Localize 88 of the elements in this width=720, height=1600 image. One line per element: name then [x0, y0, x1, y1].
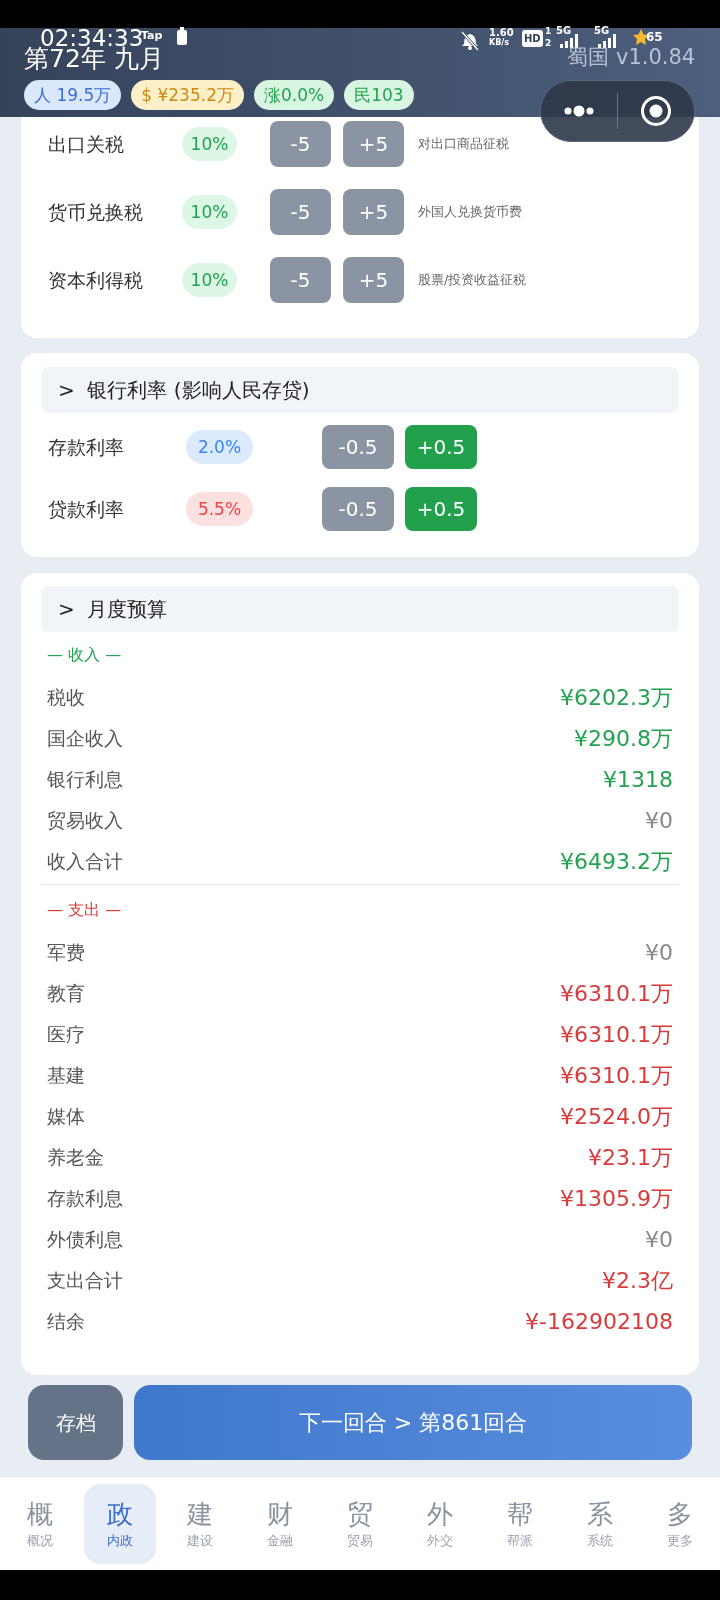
nav-tab[interactable]: 建 建设: [164, 1483, 236, 1564]
rate-badge: 5.5%: [186, 492, 253, 526]
nav-tab[interactable]: 贸 贸易: [324, 1483, 396, 1564]
adjust-button[interactable]: +0.5: [405, 425, 477, 469]
budget-label: 税收: [47, 685, 85, 711]
budget-label: 媒体: [47, 1104, 85, 1130]
adjust-button[interactable]: +5: [343, 257, 404, 303]
battery-level: 65: [646, 30, 663, 44]
nav-tab[interactable]: 政 内政: [84, 1483, 156, 1564]
tax-name: 货币兑换税: [48, 199, 144, 225]
speed-unit: KB/s: [489, 38, 509, 48]
budget-label: 国企收入: [47, 726, 123, 752]
budget-value: ¥0: [645, 1226, 673, 1254]
nav-tab[interactable]: 财 金融: [244, 1483, 316, 1564]
rate-badge: 10%: [182, 195, 237, 229]
section-label: — 支出 —: [47, 899, 123, 921]
status-label: Tap: [141, 28, 163, 42]
budget-value: ¥2524.0万: [560, 1103, 673, 1131]
budget-value: ¥23.1万: [588, 1144, 673, 1172]
nav-tab[interactable]: 系 系统: [564, 1483, 636, 1564]
rate-name: 存款利率: [48, 434, 125, 460]
budget-value: ¥6310.1万: [560, 980, 673, 1008]
stat-chip: 人 19.5万: [24, 80, 122, 110]
section-header[interactable]: > 月度预算: [41, 586, 679, 632]
adjust-button[interactable]: -0.5: [322, 425, 394, 469]
hd-badge: HD: [522, 30, 543, 47]
stat-chip: $ ¥235.2万: [131, 80, 244, 110]
section-label: — 收入 —: [47, 644, 123, 666]
signal-icon: [598, 34, 616, 48]
budget-value: ¥6310.1万: [560, 1062, 673, 1090]
muted-bell-icon: [460, 30, 480, 51]
next-turn-button[interactable]: 下一回合 > 第861回合: [134, 1385, 692, 1460]
rate-badge: 2.0%: [186, 430, 253, 464]
budget-label: 教育: [47, 981, 85, 1007]
budget-label: 军费: [47, 940, 85, 966]
adjust-button[interactable]: +5: [343, 189, 404, 235]
sim-label: 1: [545, 26, 552, 36]
budget-value: ¥6493.2万: [560, 848, 673, 876]
tax-name: 出口关税: [48, 131, 125, 157]
tax-note: 外国人兑换货币费: [418, 203, 522, 222]
network-label: 5G: [556, 25, 572, 36]
budget-label: 收入合计: [47, 849, 123, 875]
tax-name: 资本利得税: [48, 267, 144, 293]
nav-tab[interactable]: 帮 帮派: [484, 1483, 556, 1564]
nav-tab[interactable]: 外 外交: [404, 1483, 476, 1564]
budget-value: ¥2.3亿: [602, 1267, 673, 1295]
adjust-button[interactable]: +0.5: [405, 487, 477, 531]
version-label: v1.0.84: [616, 44, 696, 71]
budget-label: 结余: [47, 1309, 85, 1335]
stat-chip: 民103: [344, 80, 414, 110]
budget-value: ¥6310.1万: [560, 1021, 673, 1049]
rate-badge: 10%: [182, 127, 237, 161]
budget-label: 养老金: [47, 1145, 104, 1171]
speed-value: 1.60: [489, 27, 514, 38]
budget-value: ¥1318: [603, 766, 673, 794]
nav-tab[interactable]: 概 概况: [4, 1483, 76, 1564]
adjust-button[interactable]: -5: [270, 121, 331, 167]
sim-label: 2: [545, 38, 552, 48]
budget-label: 医疗: [47, 1022, 85, 1048]
network-label: 5G: [594, 25, 610, 36]
budget-value: ¥0: [645, 939, 673, 967]
rate-badge: 10%: [182, 263, 237, 297]
save-button[interactable]: 存档: [28, 1385, 123, 1460]
budget-value: ¥290.8万: [574, 725, 673, 753]
budget-label: 贸易收入: [47, 808, 123, 834]
budget-label: 银行利息: [47, 767, 123, 793]
adjust-button[interactable]: +5: [343, 121, 404, 167]
signal-icon: [560, 34, 578, 48]
battery-icon: [176, 27, 188, 45]
nav-tab[interactable]: 多 更多: [644, 1483, 716, 1564]
budget-label: 存款利息: [47, 1186, 123, 1212]
budget-value: ¥6202.3万: [560, 684, 673, 712]
budget-value: ¥0: [645, 807, 673, 835]
section-header[interactable]: > 银行利率 (影响人民存贷): [41, 367, 679, 413]
adjust-button[interactable]: -5: [270, 189, 331, 235]
budget-label: 外债利息: [47, 1227, 123, 1253]
budget-label: 基建: [47, 1063, 85, 1089]
stat-chip: 涨0.0%: [253, 80, 335, 110]
budget-value: ¥1305.9万: [560, 1185, 673, 1213]
budget-value: ¥-162902108: [525, 1308, 673, 1336]
tax-note: 对出口商品征税: [418, 135, 509, 154]
rate-name: 贷款利率: [48, 496, 125, 522]
country-name: 蜀国: [567, 44, 609, 71]
adjust-button[interactable]: -5: [270, 257, 331, 303]
budget-label: 支出合计: [47, 1268, 123, 1294]
tax-note: 股票/投资收益征税: [418, 271, 527, 290]
more-icon: [564, 105, 594, 117]
adjust-button[interactable]: -0.5: [322, 487, 394, 531]
